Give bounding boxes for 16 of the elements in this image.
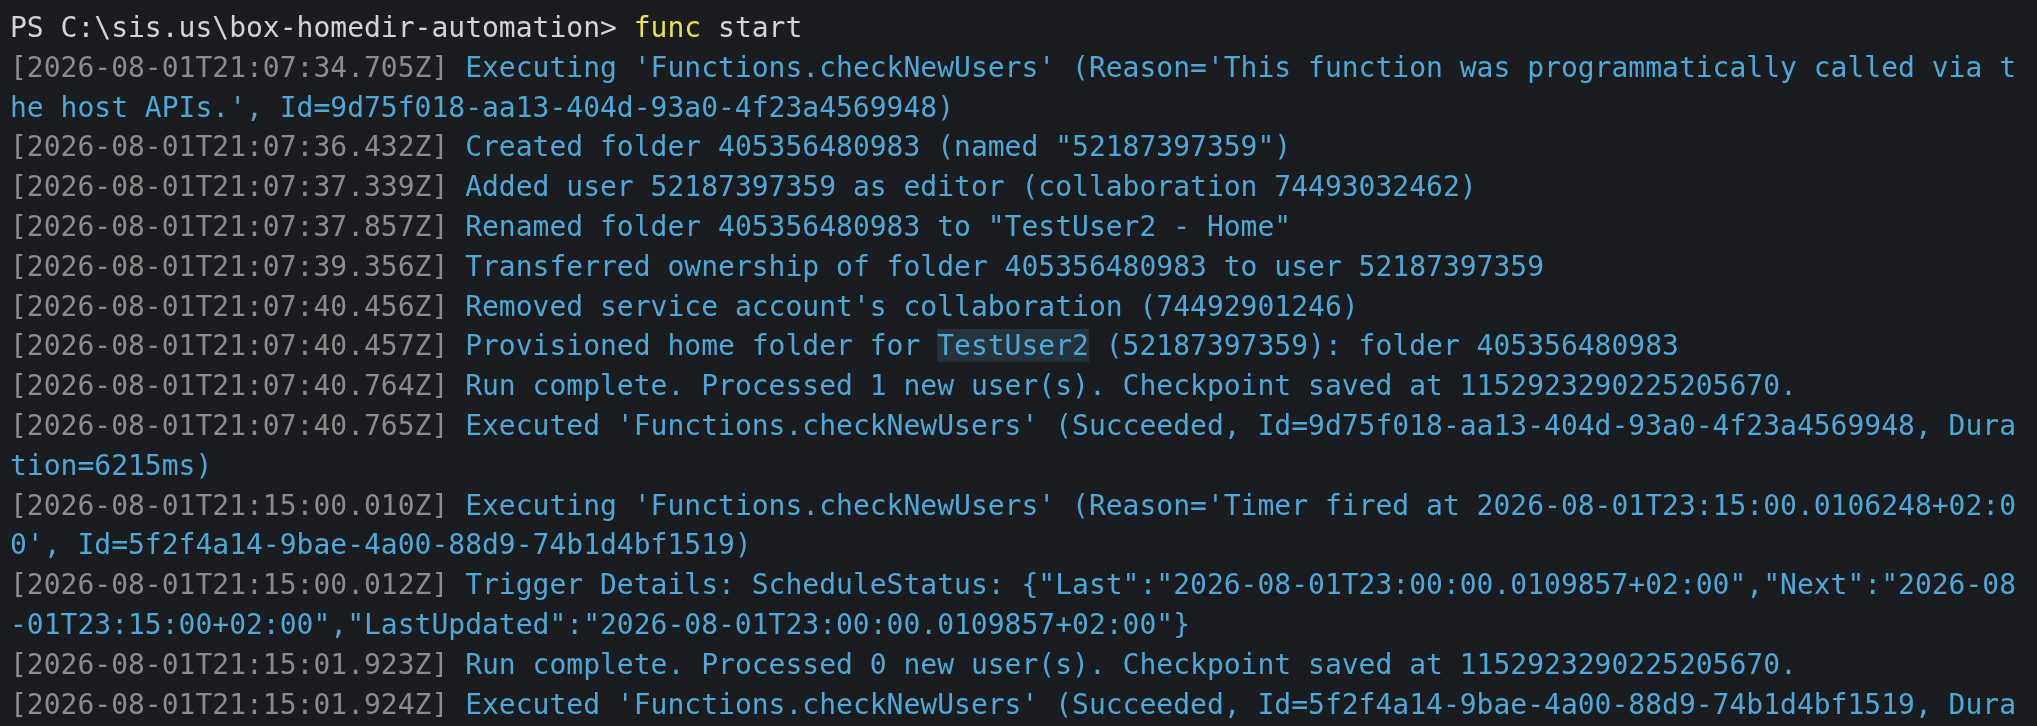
log-entry: [2026-08-01T21:15:01.923Z] Run complete. Processed 0 new user(s). Checkpoint saved at 1152923290225205670. bbox=[10, 646, 1798, 683]
prompt-path: PS C:\sis.us\box-homedir-automation> bbox=[10, 11, 617, 44]
log-entry: [2026-08-01T21:07:40.764Z] Run complete. Processed 1 new user(s). Checkpoint saved at 1152923290225205670. bbox=[10, 368, 1798, 405]
log-entry: [2026-08-01T21:15:00.010Z] Executing 'Functions.checkNewUsers' (Reason='Timer fired at 2026-08-01T23:15:00.0106248+02:00', Id=5f2f4a14-9bae-4a00-88d9-74b1d4bf1519) bbox=[10, 487, 2017, 564]
log-entry: [2026-08-01T21:07:40.456Z] Removed service account's collaboration (74492901246) bbox=[10, 288, 1360, 325]
log-entry: [2026-08-01T21:15:01.924Z] Executed 'Functions.checkNewUsers' (Succeeded, Id=5f2f4a14-9bae-4a00-88d9-74b1d4bf1519, Dura bbox=[10, 686, 2017, 723]
log-entry: [2026-08-01T21:07:40.457Z] Provisioned home folder for TestUser2 (52187397359): folder 405356480983 bbox=[10, 328, 1680, 365]
log-entry: [2026-08-01T21:07:40.765Z] Executed 'Functions.checkNewUsers' (Succeeded, Id=9d75f018-aa13-404d-93a0-4f23a4569948, Duration=6215ms) bbox=[10, 407, 2017, 484]
command-name: func bbox=[633, 11, 702, 44]
log-entry: [2026-08-01T21:07:37.857Z] Renamed folder 405356480983 to "TestUser2 - Home" bbox=[10, 209, 1293, 245]
log-entry: [2026-08-01T21:15:00.012Z] Trigger Details: ScheduleStatus: {"Last":"2026-08-01T23:00:00.0109857+02:00","Next":"2026-08-01T23:15:00+02:00","LastUpdated":"2026-08-01T23:00:00.0109857+02:00"} bbox=[10, 567, 2017, 643]
log-entry: [2026-08-01T21:07:39.356Z] Transferred ownership of folder 405356480983 to user 52187397359 bbox=[10, 248, 1546, 285]
log-entry: [2026-08-01T21:07:36.432Z] Created folder 405356480983 (named "52187397359") bbox=[10, 129, 1293, 166]
log-entry: [2026-08-01T21:07:34.705Z] Executing 'Functions.checkNewUsers' (Reason='This function was programmatically called via the host APIs.', Id=9d75f018-aa13-404d-93a0-4f23a4569948) bbox=[10, 49, 2017, 126]
command-argument: start bbox=[718, 11, 803, 44]
log-entry: [2026-08-01T21:07:37.339Z] Added user 52187397359 as editor (collaboration 74493032462) bbox=[10, 169, 1478, 206]
